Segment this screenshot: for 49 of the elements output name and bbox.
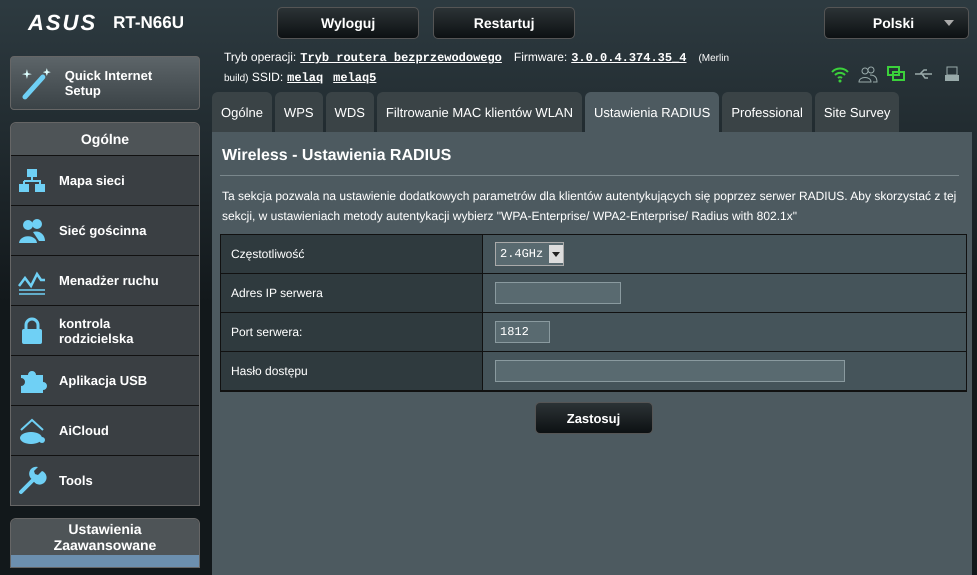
printer-icon[interactable] <box>942 65 962 83</box>
router-model: RT-N66U <box>113 13 185 33</box>
info-label: Tryb operacji: <box>224 50 296 64</box>
people-icon[interactable] <box>858 65 878 83</box>
info-label: SSID: <box>252 70 284 84</box>
wrench-icon <box>17 466 47 496</box>
sidebar-item[interactable]: Mapa sieci <box>11 155 199 205</box>
input-field[interactable]: 1812 <box>495 321 550 343</box>
monitor-icon[interactable] <box>886 65 906 83</box>
tab[interactable]: Ogólne <box>212 92 272 132</box>
sidebar-section-title: Ustawienia Zaawansowane <box>11 519 199 555</box>
tab[interactable]: Site Survey <box>814 92 900 132</box>
firmware-link[interactable]: 3.0.0.4.374.35_4 <box>571 51 686 65</box>
page-description: Ta sekcja pozwala na ustawienie dodatkowych parametrów dla klientów autentykujących się poprzez serwer RADIUS. Aby skorzystać z tej sekcji, w ustawieniach metody autentykacji wybierz "WPA-Enterprise/ WPA2-Enterprise/ Radius with 802.1x" <box>221 188 958 225</box>
tab[interactable]: WPS <box>274 92 323 132</box>
wifi-icon[interactable] <box>830 65 850 83</box>
tab[interactable]: WDS <box>326 92 374 132</box>
input-field[interactable] <box>495 282 621 304</box>
apply-button[interactable]: Zastosuj <box>534 402 652 434</box>
sidebar-item[interactable]: kontrola rodzicielska <box>11 305 199 355</box>
header-button[interactable]: Wyloguj <box>277 7 420 39</box>
ssid-link[interactable]: melaq <box>287 71 324 85</box>
info-label: Firmware: <box>514 50 568 64</box>
sidebar-item[interactable]: Tools <box>11 455 199 505</box>
sidebar-section-title: Ogólne <box>11 123 199 155</box>
sidebar-item[interactable]: AiCloud <box>11 405 199 455</box>
quick-setup-button[interactable]: Quick Internet Setup <box>10 56 200 110</box>
field-label: Hasło dostępu <box>221 352 483 391</box>
firmware-note: build) <box>224 73 248 84</box>
sidebar-item[interactable]: Aplikacja USB <box>11 355 199 405</box>
input-field[interactable] <box>495 360 845 382</box>
tab[interactable]: Filtrowanie MAC klientów WLAN <box>376 92 582 132</box>
tab[interactable]: Professional <box>722 92 812 132</box>
page-title: Wireless - Ustawienia RADIUS <box>220 144 959 176</box>
sidebar-item[interactable]: Menadżer ruchu <box>11 255 199 305</box>
frequency-select[interactable]: 2.4GHz <box>495 242 564 266</box>
caret-icon <box>549 245 564 263</box>
caret-icon <box>944 20 954 26</box>
sidebar-item[interactable]: Sieć gościnna <box>11 205 199 255</box>
firmware-note: (Merlin <box>698 53 730 64</box>
ssid-link[interactable]: melaq5 <box>333 71 376 85</box>
language-dropdown[interactable]: Polski <box>824 7 969 39</box>
brand-logo: ASUS <box>28 10 98 36</box>
field-label: Częstotliwość <box>221 235 483 274</box>
mode-link[interactable]: Tryb routera bezprzewodowego <box>300 51 502 65</box>
field-label: Adres IP serwera <box>221 274 483 313</box>
field-label: Port serwera: <box>221 313 483 352</box>
tab[interactable]: Ustawienia RADIUS <box>585 92 720 132</box>
header-button[interactable]: Restartuj <box>433 7 576 39</box>
